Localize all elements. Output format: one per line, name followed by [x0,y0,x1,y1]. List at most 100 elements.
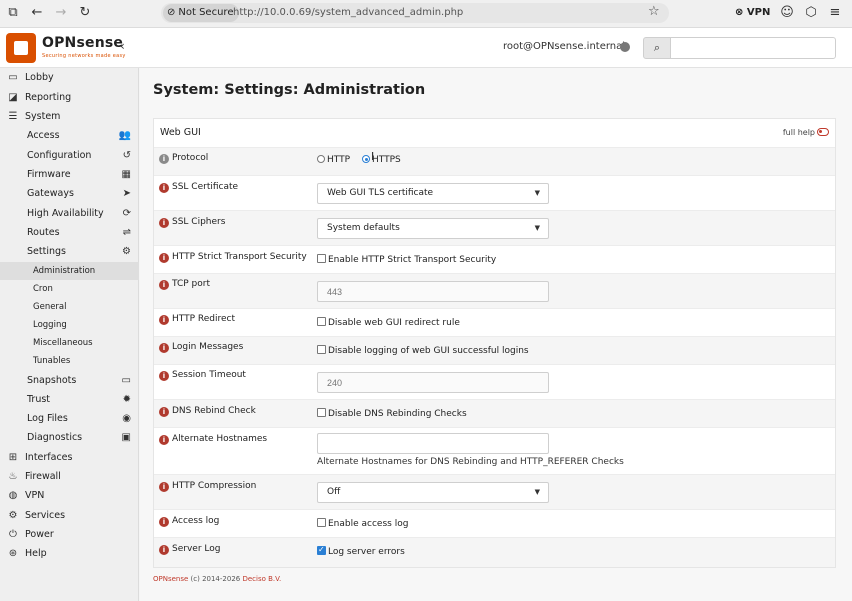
caret-down-icon: ▼ [534,189,540,197]
info-icon[interactable]: i [159,407,169,417]
sidebar-item-cron[interactable]: Cron [0,280,139,298]
footer-brand-link[interactable]: OPNsense [153,575,188,583]
info-icon[interactable]: i [159,253,169,263]
tabs-icon[interactable]: ⧉ [4,4,22,22]
extensions-icon[interactable]: ⬡ [802,4,820,22]
protocol-http-option[interactable]: HTTP [317,155,350,165]
sidebar-item-gateways[interactable]: Gateways ➤ [0,184,139,203]
app-header: OPNsense Securing networks made easy ‹ r… [0,28,852,68]
reload-icon[interactable]: ↻ [76,4,94,22]
ssl-certificate-select[interactable]: Web GUI TLS certificate ▼ [317,183,549,204]
http-compression-select[interactable]: Off ▼ [317,482,549,503]
row-access-log: i Access log Enable access log [154,509,835,537]
field-label: i Session Timeout [159,370,246,381]
protocol-label: Protocol [172,153,209,163]
sidebar-item-label: Gateways [27,188,74,199]
logo-text[interactable]: OPNsense [42,35,123,51]
http-redirect-option[interactable]: Disable web GUI redirect rule [317,317,460,328]
ssl-ciphers-select[interactable]: System defaults ▼ [317,218,549,239]
info-icon[interactable]: i [159,343,169,353]
server-log-option[interactable]: Log server errors [317,545,405,557]
search-input[interactable] [670,37,836,59]
https-radio[interactable] [362,155,370,163]
http-redirect-checkbox[interactable] [317,317,326,326]
sidebar-item-settings[interactable]: Settings ⚙ [0,242,139,261]
dns-rebind-option-label: Disable DNS Rebinding Checks [328,409,467,419]
hsts-option[interactable]: Enable HTTP Strict Transport Security [317,254,496,265]
ssl-certificate-value: Web GUI TLS certificate [327,188,434,198]
tcp-port-input[interactable] [317,281,549,302]
sidebar-item-power[interactable]: ⏻ Power [0,525,139,544]
sidebar-item-help[interactable]: ⊛ Help [0,544,139,563]
dns-rebind-checkbox[interactable] [317,408,326,417]
page-title: System: Settings: Administration [153,82,426,98]
signpost-icon: ⇌ [122,227,131,238]
info-icon[interactable]: i [159,545,169,555]
back-icon[interactable]: ← [28,4,46,22]
user-account[interactable]: root@OPNsense.internal [503,41,625,52]
tcp-port-label: TCP port [172,279,210,289]
sidebar-item-log-files[interactable]: Log Files ◉ [0,409,139,428]
footer-company-link[interactable]: Deciso B.V. [242,575,281,583]
sidebar-item-access[interactable]: Access 👥 [0,126,139,145]
info-icon[interactable]: i [159,435,169,445]
info-icon[interactable]: i [159,183,169,193]
url-text[interactable]: http://10.0.0.69/system_advanced_admin.p… [233,4,463,22]
session-timeout-input[interactable] [317,372,549,393]
sidebar-item-vpn[interactable]: ◍ VPN [0,486,139,505]
bookmark-star-icon[interactable]: ☆ [648,4,660,19]
vpn-badge[interactable]: ⊗ VPN [735,5,770,21]
not-secure-badge[interactable]: ⊘ Not Secure [163,4,240,22]
sidebar-item-high-availability[interactable]: High Availability ⟳ [0,204,139,223]
collapse-sidebar-icon[interactable]: ‹ [120,39,125,53]
login-messages-option[interactable]: Disable logging of web GUI successful lo… [317,345,529,356]
menu-icon[interactable]: ≡ [826,4,844,22]
row-server-log: iServer Log Log server errors [154,537,835,567]
sidebar-item-label: Routes [27,227,60,238]
info-icon[interactable]: i [159,154,169,164]
access-log-option[interactable]: Enable access log [317,518,408,529]
info-icon[interactable]: i [159,280,169,290]
http-label: HTTP [327,155,351,165]
sidebar-item-reporting[interactable]: ◪ Reporting [0,88,139,107]
opnsense-logo-icon[interactable] [6,33,36,63]
forward-icon[interactable]: → [52,4,70,22]
sidebar-item-configuration[interactable]: Configuration ↺ [0,146,139,165]
sidebar-item-diagnostics[interactable]: Diagnostics ▣ [0,428,139,447]
sidebar-item-firmware[interactable]: Firmware ▦ [0,165,139,184]
sidebar-item-lobby[interactable]: ▭ Lobby [0,68,139,87]
info-icon[interactable]: i [159,371,169,381]
sidebar-item-logging[interactable]: Logging [0,316,139,334]
full-help-toggle[interactable]: full help [783,128,829,137]
dns-rebind-option[interactable]: Disable DNS Rebinding Checks [317,408,467,419]
info-icon[interactable]: i [159,482,169,492]
sidebar-item-general[interactable]: General [0,298,139,316]
access-log-checkbox[interactable] [317,518,326,527]
sidebar-item-routes[interactable]: Routes ⇌ [0,223,139,242]
sidebar-item-administration[interactable]: Administration [0,262,139,280]
sidebar-item-trust[interactable]: Trust ✹ [0,390,139,409]
sidebar-item-interfaces[interactable]: ⊞ Interfaces [0,448,139,467]
browser-toolbar: ⧉ ← → ↻ ⊘ Not Secure http://10.0.0.69/sys… [0,0,852,28]
info-icon[interactable]: i [159,315,169,325]
profile-icon[interactable]: ☺ [778,4,796,22]
sidebar-item-services[interactable]: ⚙ Services [0,506,139,525]
search-icon[interactable]: ⌕ [643,37,671,59]
fire-icon: ♨ [8,471,18,482]
medkit-icon: ▣ [121,432,131,443]
alternate-hostnames-input[interactable] [317,433,549,454]
sidebar-item-miscellaneous[interactable]: Miscellaneous [0,334,139,352]
protocol-https-option[interactable]: HTTPS [362,155,401,165]
sidebar-item-snapshots[interactable]: Snapshots ▭ [0,371,139,390]
info-icon[interactable]: i [159,218,169,228]
sidebar-item-firewall[interactable]: ♨ Firewall [0,467,139,486]
server-log-checkbox[interactable] [317,545,326,555]
text-cursor-icon: I [371,150,375,163]
sidebar-item-system[interactable]: ☰ System [0,107,139,126]
http-radio[interactable] [317,155,325,163]
hdd-icon: ▭ [121,375,131,386]
login-messages-checkbox[interactable] [317,345,326,354]
hsts-checkbox[interactable] [317,254,326,263]
info-icon[interactable]: i [159,517,169,527]
sidebar-item-tunables[interactable]: Tunables [0,352,139,370]
